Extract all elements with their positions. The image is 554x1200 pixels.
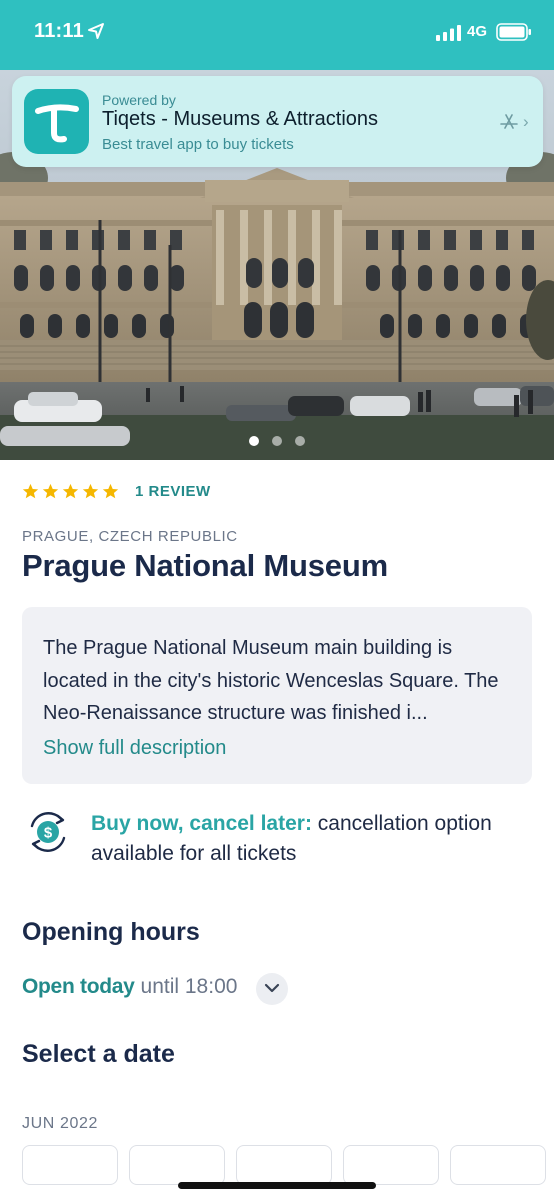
carousel-dot-1[interactable]	[249, 436, 259, 446]
rating-stars	[22, 483, 119, 500]
date-option[interactable]	[450, 1145, 546, 1185]
app-tagline: Best travel app to buy tickets	[102, 136, 294, 153]
opening-hours-heading: Opening hours	[22, 918, 200, 946]
expand-hours-button[interactable]	[256, 973, 288, 1005]
svg-text:$: $	[44, 825, 53, 842]
tiqets-app-icon	[24, 89, 89, 154]
home-indicator[interactable]	[178, 1182, 376, 1189]
cancellation-info: Buy now, cancel later: cancellation opti…	[91, 809, 541, 868]
date-option[interactable]	[343, 1145, 439, 1185]
date-option[interactable]	[236, 1145, 332, 1185]
app-store-icon	[500, 114, 518, 129]
cancellation-highlight: Buy now, cancel later:	[91, 812, 312, 835]
reviews-link[interactable]: 1 REVIEW	[135, 483, 211, 500]
chevron-right-icon: ›	[523, 112, 529, 131]
app-name: Tiqets - Museums & Attractions	[102, 108, 379, 130]
network-label: 4G	[467, 23, 488, 40]
refund-icon: $	[30, 812, 66, 852]
status-time: 11:11	[34, 20, 84, 42]
date-option[interactable]	[129, 1145, 225, 1185]
location-label: PRAGUE, CZECH REPUBLIC	[22, 528, 238, 545]
carousel-dots	[0, 436, 554, 446]
battery-icon	[496, 23, 531, 41]
month-label: JUN 2022	[22, 1115, 98, 1132]
select-date-heading: Select a date	[22, 1040, 175, 1068]
app-store-banner[interactable]: Powered by Tiqets - Museums & Attraction…	[12, 76, 543, 167]
star-icon	[22, 483, 39, 499]
powered-by-label: Powered by	[102, 92, 176, 108]
star-icon	[62, 483, 79, 499]
description-card: The Prague National Museum main building…	[22, 607, 532, 784]
page-title: Prague National Museum	[22, 548, 388, 583]
status-bar: 11:11 4G	[0, 0, 554, 70]
chevron-down-icon	[264, 983, 280, 993]
open-until: until 18:00	[140, 975, 238, 998]
show-full-description-link[interactable]: Show full description	[43, 737, 226, 760]
carousel-dot-2[interactable]	[272, 436, 282, 446]
star-icon	[82, 483, 99, 499]
date-list	[22, 1145, 546, 1185]
star-icon	[102, 483, 119, 499]
description-text: The Prague National Museum main building…	[43, 637, 499, 724]
carousel-dot-3[interactable]	[295, 436, 305, 446]
location-arrow-icon	[88, 23, 104, 39]
opening-hours-row: Open today until 18:00	[22, 975, 237, 999]
signal-icon	[436, 25, 461, 41]
open-status: Open today	[22, 975, 135, 998]
date-option[interactable]	[22, 1145, 118, 1185]
star-icon	[42, 483, 59, 499]
